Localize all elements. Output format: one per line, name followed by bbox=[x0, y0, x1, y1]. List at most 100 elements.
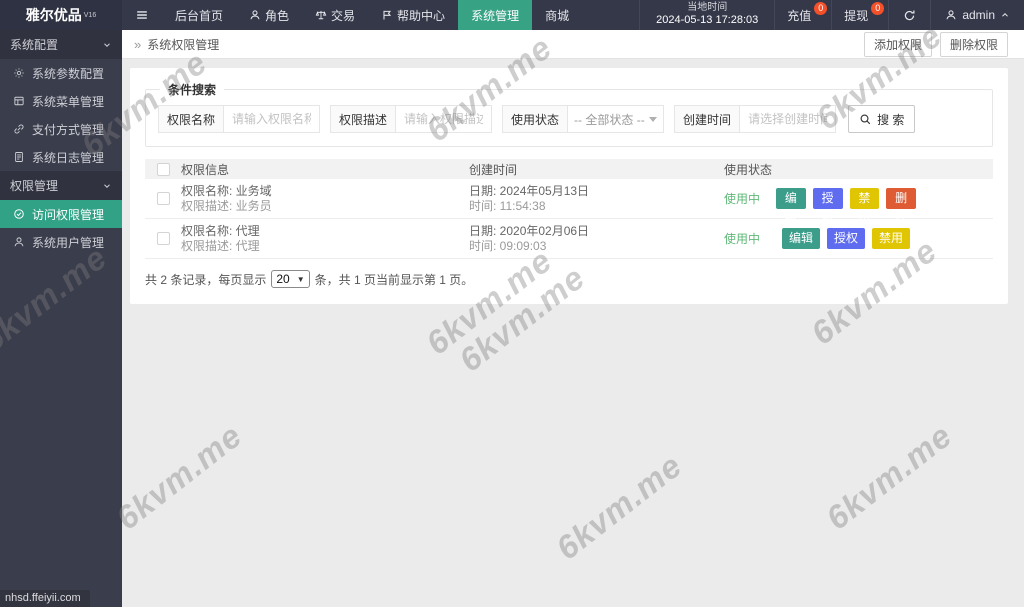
flag-icon bbox=[381, 9, 393, 21]
nav-trade-label: 交易 bbox=[331, 8, 356, 23]
disable-button[interactable]: 禁用 bbox=[872, 228, 911, 249]
nav-mall[interactable]: 商城 bbox=[532, 0, 582, 30]
use-status-selected-value: -- 全部状态 -- bbox=[574, 112, 645, 127]
add-permission-button[interactable]: 添加权限 bbox=[863, 31, 932, 57]
nav-roles-label: 角色 bbox=[265, 8, 290, 23]
create-time: 时间: 09:09:03 bbox=[469, 238, 547, 253]
permission-name: 权限名称: 业务域 bbox=[181, 183, 272, 198]
refresh-icon bbox=[903, 9, 916, 22]
permission-desc-label: 权限描述 bbox=[330, 105, 397, 133]
person-icon bbox=[13, 236, 25, 248]
edit-button[interactable]: 编辑 bbox=[776, 188, 806, 226]
pagination-suffix: 条，共 1 页当前显示第 1 页。 bbox=[314, 272, 474, 287]
local-time-label: 当地时间 bbox=[687, 1, 728, 13]
sidebar-item-payment-methods[interactable]: 支付方式管理 bbox=[0, 115, 122, 143]
delete-button[interactable]: 删除 bbox=[886, 188, 916, 226]
sidebar-item-label: 访问权限管理 bbox=[32, 207, 105, 222]
search-button[interactable]: 搜 索 bbox=[848, 105, 916, 133]
permission-name-input[interactable] bbox=[224, 105, 321, 133]
sidebar-item-system-menu[interactable]: 系统菜单管理 bbox=[0, 87, 122, 115]
create-time-cell: 日期: 2020年02月06日 时间: 09:09:03 bbox=[469, 224, 724, 254]
sidebar-item-access-permissions[interactable]: 访问权限管理 bbox=[0, 200, 122, 228]
create-time-input[interactable] bbox=[740, 105, 837, 133]
search-legend: 条件搜索 bbox=[168, 83, 217, 97]
authorize-button[interactable]: 授权 bbox=[812, 188, 843, 226]
delete-permission-button[interactable]: 删除权限 bbox=[939, 31, 1008, 57]
recharge-label: 充值 bbox=[787, 8, 812, 23]
sidebar-item-system-users[interactable]: 系统用户管理 bbox=[0, 228, 122, 256]
select-all-checkbox[interactable] bbox=[156, 162, 170, 176]
pagination-prefix: 共 2 条记录，每页显示 bbox=[145, 272, 267, 287]
link-icon bbox=[13, 123, 25, 135]
dropdown-arrow-icon bbox=[649, 116, 658, 122]
chevron-down-icon bbox=[102, 181, 112, 191]
hamburger-icon bbox=[135, 8, 149, 22]
withdraw-button[interactable]: 提现 0 bbox=[832, 0, 890, 30]
gear-icon bbox=[13, 67, 25, 79]
nav-home[interactable]: 后台首页 bbox=[162, 0, 236, 30]
recharge-button[interactable]: 充值 0 bbox=[775, 0, 833, 30]
user-icon bbox=[945, 9, 957, 21]
row-actions: 编辑 授权 禁用 删除 bbox=[776, 188, 916, 226]
permission-desc: 权限描述: 业务员 bbox=[181, 198, 272, 213]
permission-name-field: 权限名称 bbox=[158, 105, 321, 133]
create-date: 日期: 2024年05月13日 bbox=[469, 183, 590, 198]
permission-desc-input[interactable] bbox=[396, 105, 493, 133]
sidebar-section-permission-mgmt[interactable]: 权限管理 bbox=[0, 171, 122, 200]
withdraw-badge: 0 bbox=[871, 2, 885, 15]
row-checkbox[interactable] bbox=[156, 232, 170, 245]
hamburger-menu-button[interactable] bbox=[122, 0, 162, 30]
sidebar: 系统配置 系统参数配置 系统菜单管理 支付方式管理 系统日志管理 权限管理 访问… bbox=[0, 30, 122, 607]
table-row: 权限名称: 业务域 权限描述: 业务员 日期: 2024年05月13日 时间: … bbox=[145, 179, 993, 226]
permission-name-label: 权限名称 bbox=[158, 105, 225, 133]
app-logo-version: V16 bbox=[83, 11, 97, 19]
page-size-select[interactable]: 20 ▼ bbox=[271, 270, 310, 288]
permission-desc: 权限描述: 代理 bbox=[181, 238, 260, 253]
nav-help-center[interactable]: 帮助中心 bbox=[368, 0, 458, 30]
document-icon bbox=[13, 151, 25, 163]
breadcrumb-chevron-icon: » bbox=[134, 36, 142, 52]
link-preview-status-bar: nhsd.ffeiyii.com bbox=[0, 590, 90, 607]
nav-help-label: 帮助中心 bbox=[397, 8, 446, 23]
topbar-right: 当地时间 2024-05-13 17:28:03 充值 0 提现 0 admin bbox=[639, 0, 1024, 30]
nav-system-label: 系统管理 bbox=[471, 8, 520, 23]
disable-button[interactable]: 禁用 bbox=[849, 188, 880, 226]
app-logo: 雅尔优品 V16 bbox=[0, 0, 122, 30]
refresh-button[interactable] bbox=[889, 0, 932, 30]
create-time: 时间: 11:54:38 bbox=[469, 198, 546, 213]
sidebar-section-label: 权限管理 bbox=[10, 179, 59, 193]
local-time: 当地时间 2024-05-13 17:28:03 bbox=[640, 0, 776, 30]
nav-roles[interactable]: 角色 bbox=[236, 0, 302, 30]
user-menu[interactable]: admin bbox=[931, 0, 1024, 30]
page-size-value: 20 bbox=[276, 272, 290, 286]
nav-system-management[interactable]: 系统管理 bbox=[458, 0, 533, 30]
authorize-button[interactable]: 授权 bbox=[826, 228, 865, 249]
breadcrumb: » 系统权限管理 添加权限 删除权限 bbox=[122, 30, 1024, 59]
sidebar-item-system-params[interactable]: 系统参数配置 bbox=[0, 59, 122, 87]
use-status-select[interactable]: -- 全部状态 -- bbox=[568, 105, 665, 133]
grid-icon bbox=[13, 95, 25, 107]
local-time-value: 2024-05-13 17:28:03 bbox=[656, 14, 759, 27]
table-header-row: 权限信息 创建时间 使用状态 bbox=[145, 159, 993, 179]
sidebar-section-system-config[interactable]: 系统配置 bbox=[0, 30, 122, 59]
search-button-label: 搜 索 bbox=[877, 112, 905, 127]
column-header-permission-info: 权限信息 bbox=[181, 162, 230, 177]
permission-desc-field: 权限描述 bbox=[330, 105, 493, 133]
check-circle-icon bbox=[13, 208, 25, 220]
sidebar-item-label: 支付方式管理 bbox=[32, 122, 105, 137]
sidebar-item-label: 系统用户管理 bbox=[32, 235, 105, 250]
use-status-field: 使用状态 -- 全部状态 -- bbox=[502, 105, 665, 133]
sidebar-item-label: 系统日志管理 bbox=[32, 150, 105, 165]
link-preview-url: nhsd.ffeiyii.com bbox=[5, 592, 81, 604]
row-checkbox[interactable] bbox=[156, 192, 170, 205]
nav-trade[interactable]: 交易 bbox=[302, 0, 368, 30]
sidebar-item-system-logs[interactable]: 系统日志管理 bbox=[0, 143, 122, 171]
edit-button[interactable]: 编辑 bbox=[781, 228, 820, 249]
chevron-down-icon bbox=[102, 40, 112, 50]
row-actions: 编辑 授权 禁用 bbox=[776, 228, 916, 249]
content-card: 条件搜索 权限名称 权限描述 使用状态 -- 全部状态 -- bbox=[130, 68, 1008, 304]
permission-info-cell: 权限名称: 业务域 权限描述: 业务员 bbox=[181, 184, 469, 214]
username: admin bbox=[962, 8, 995, 22]
permission-name: 权限名称: 代理 bbox=[181, 223, 260, 238]
